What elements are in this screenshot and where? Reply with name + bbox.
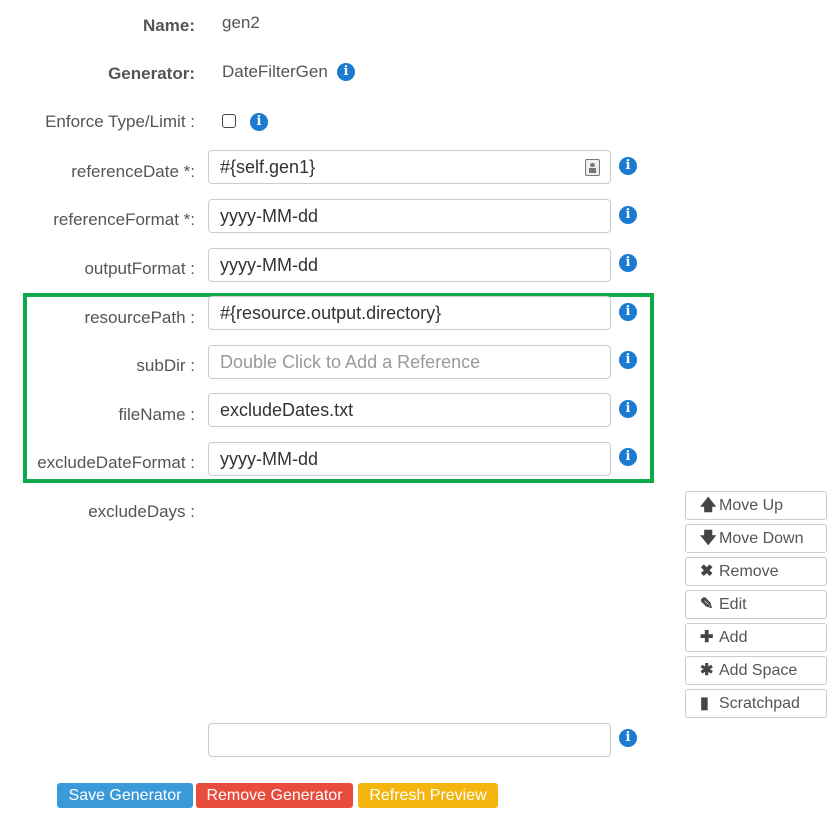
add-space-button[interactable]: ✱ Add Space <box>685 656 827 685</box>
add-space-label: Add Space <box>719 662 798 679</box>
exclude-date-format-info-icon[interactable]: i <box>619 448 637 466</box>
add-button[interactable]: ✚ Add <box>685 623 827 652</box>
edit-button[interactable]: ✎ Edit <box>685 590 827 619</box>
generator-value: DateFilterGen <box>222 62 328 81</box>
remove-label: Remove <box>719 563 779 580</box>
move-down-button[interactable]: 🡇 Move Down <box>685 524 827 553</box>
exclude-days-label: excludeDays : <box>88 502 195 521</box>
arrow-up-icon: 🡅 <box>700 497 717 514</box>
output-format-input[interactable]: yyyy-MM-dd <box>208 248 611 282</box>
subdir-info-icon[interactable]: i <box>619 351 637 369</box>
reference-date-label: referenceDate *: <box>71 162 195 181</box>
exclude-days-list[interactable] <box>208 490 611 715</box>
generator-info-icon[interactable]: i <box>337 63 355 81</box>
remove-generator-button[interactable]: Remove Generator <box>196 783 353 808</box>
exclude-days-info-icon[interactable]: i <box>619 729 637 747</box>
reference-picker-icon[interactable] <box>585 159 600 176</box>
reference-date-value: #{self.gen1} <box>220 157 316 177</box>
enforce-info-icon[interactable]: i <box>250 113 268 131</box>
arrow-down-icon: 🡇 <box>700 530 717 547</box>
resource-path-input[interactable]: #{resource.output.directory} <box>208 296 611 330</box>
file-name-info-icon[interactable]: i <box>619 400 637 418</box>
file-name-label: fileName : <box>118 405 195 424</box>
move-up-label: Move Up <box>719 497 784 514</box>
file-name-input[interactable]: excludeDates.txt <box>208 393 611 427</box>
save-generator-button[interactable]: Save Generator <box>57 783 193 808</box>
file-icon: ▮ <box>700 695 709 712</box>
plus-icon: ✚ <box>700 629 714 646</box>
pencil-icon: ✎ <box>700 596 714 613</box>
remove-button[interactable]: ✖ Remove <box>685 557 827 586</box>
reference-date-input[interactable]: #{self.gen1} <box>208 150 611 184</box>
name-value: gen2 <box>222 13 260 32</box>
close-icon: ✖ <box>700 563 714 580</box>
enforce-checkbox[interactable] <box>222 114 236 128</box>
name-label: Name: <box>143 16 195 35</box>
output-format-info-icon[interactable]: i <box>619 254 637 272</box>
resource-path-label: resourcePath : <box>84 308 195 327</box>
resource-path-info-icon[interactable]: i <box>619 303 637 321</box>
add-label: Add <box>719 629 748 646</box>
output-format-label: outputFormat : <box>84 259 195 278</box>
reference-format-input[interactable]: yyyy-MM-dd <box>208 199 611 233</box>
edit-label: Edit <box>719 596 747 613</box>
subdir-input[interactable]: Double Click to Add a Reference <box>208 345 611 379</box>
scratchpad-label: Scratchpad <box>719 695 800 712</box>
exclude-date-format-label: excludeDateFormat : <box>37 453 195 472</box>
asterisk-icon: ✱ <box>700 662 714 679</box>
generator-label: Generator: <box>108 64 195 83</box>
move-up-button[interactable]: 🡅 Move Up <box>685 491 827 520</box>
move-down-label: Move Down <box>719 530 804 547</box>
reference-format-info-icon[interactable]: i <box>619 206 637 224</box>
exclude-days-add-input[interactable] <box>208 723 611 757</box>
subdir-label: subDir : <box>136 356 195 375</box>
reference-date-info-icon[interactable]: i <box>619 157 637 175</box>
enforce-label: Enforce Type/Limit : <box>45 112 195 131</box>
scratchpad-button[interactable]: ▮ Scratchpad <box>685 689 827 718</box>
exclude-date-format-input[interactable]: yyyy-MM-dd <box>208 442 611 476</box>
refresh-preview-button[interactable]: Refresh Preview <box>358 783 498 808</box>
reference-format-label: referenceFormat *: <box>53 210 195 229</box>
